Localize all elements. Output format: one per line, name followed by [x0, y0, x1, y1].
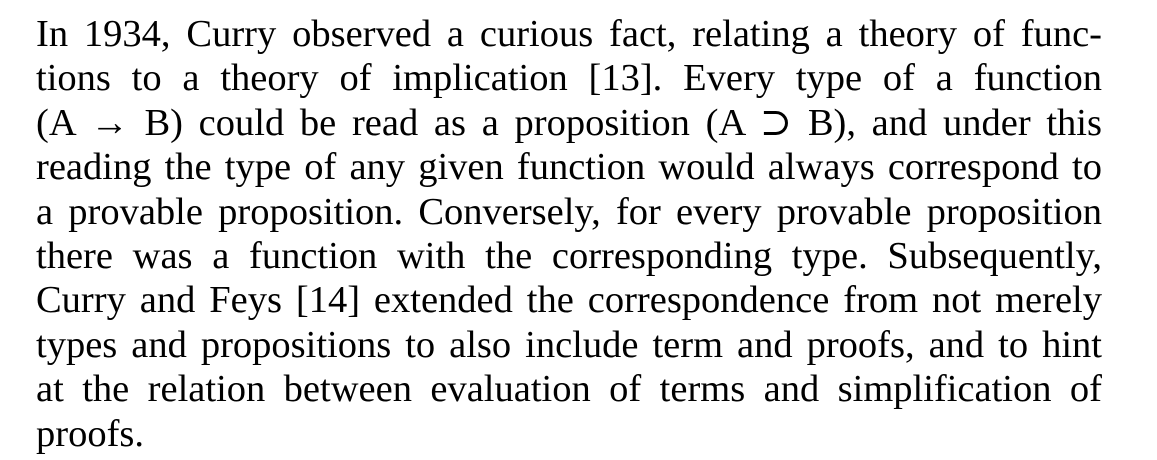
paragraph-line: proofs.	[36, 412, 144, 455]
paragraph-line: types and propositions to also include t…	[36, 323, 1102, 366]
paragraph-line: there was a function with the correspond…	[36, 234, 1102, 277]
paragraph-line: Curry and Feys [14] extended the corresp…	[36, 279, 1102, 322]
paragraph-line: at the relation between evaluation of te…	[36, 368, 1102, 411]
paragraph-line: tions to a theory of implication [13]. E…	[36, 57, 1102, 100]
paragraph-line: (A → B) could be read as a proposition (…	[36, 101, 1102, 144]
paragraph-line: In 1934, Curry observed a curious fact, …	[36, 13, 1102, 55]
paragraph-line: reading the type of any given function w…	[36, 146, 1102, 189]
paper-paragraph: In 1934, Curry observed a curious fact, …	[36, 12, 1102, 456]
paragraph-line: a provable proposition. Conversely, for …	[36, 190, 1102, 233]
